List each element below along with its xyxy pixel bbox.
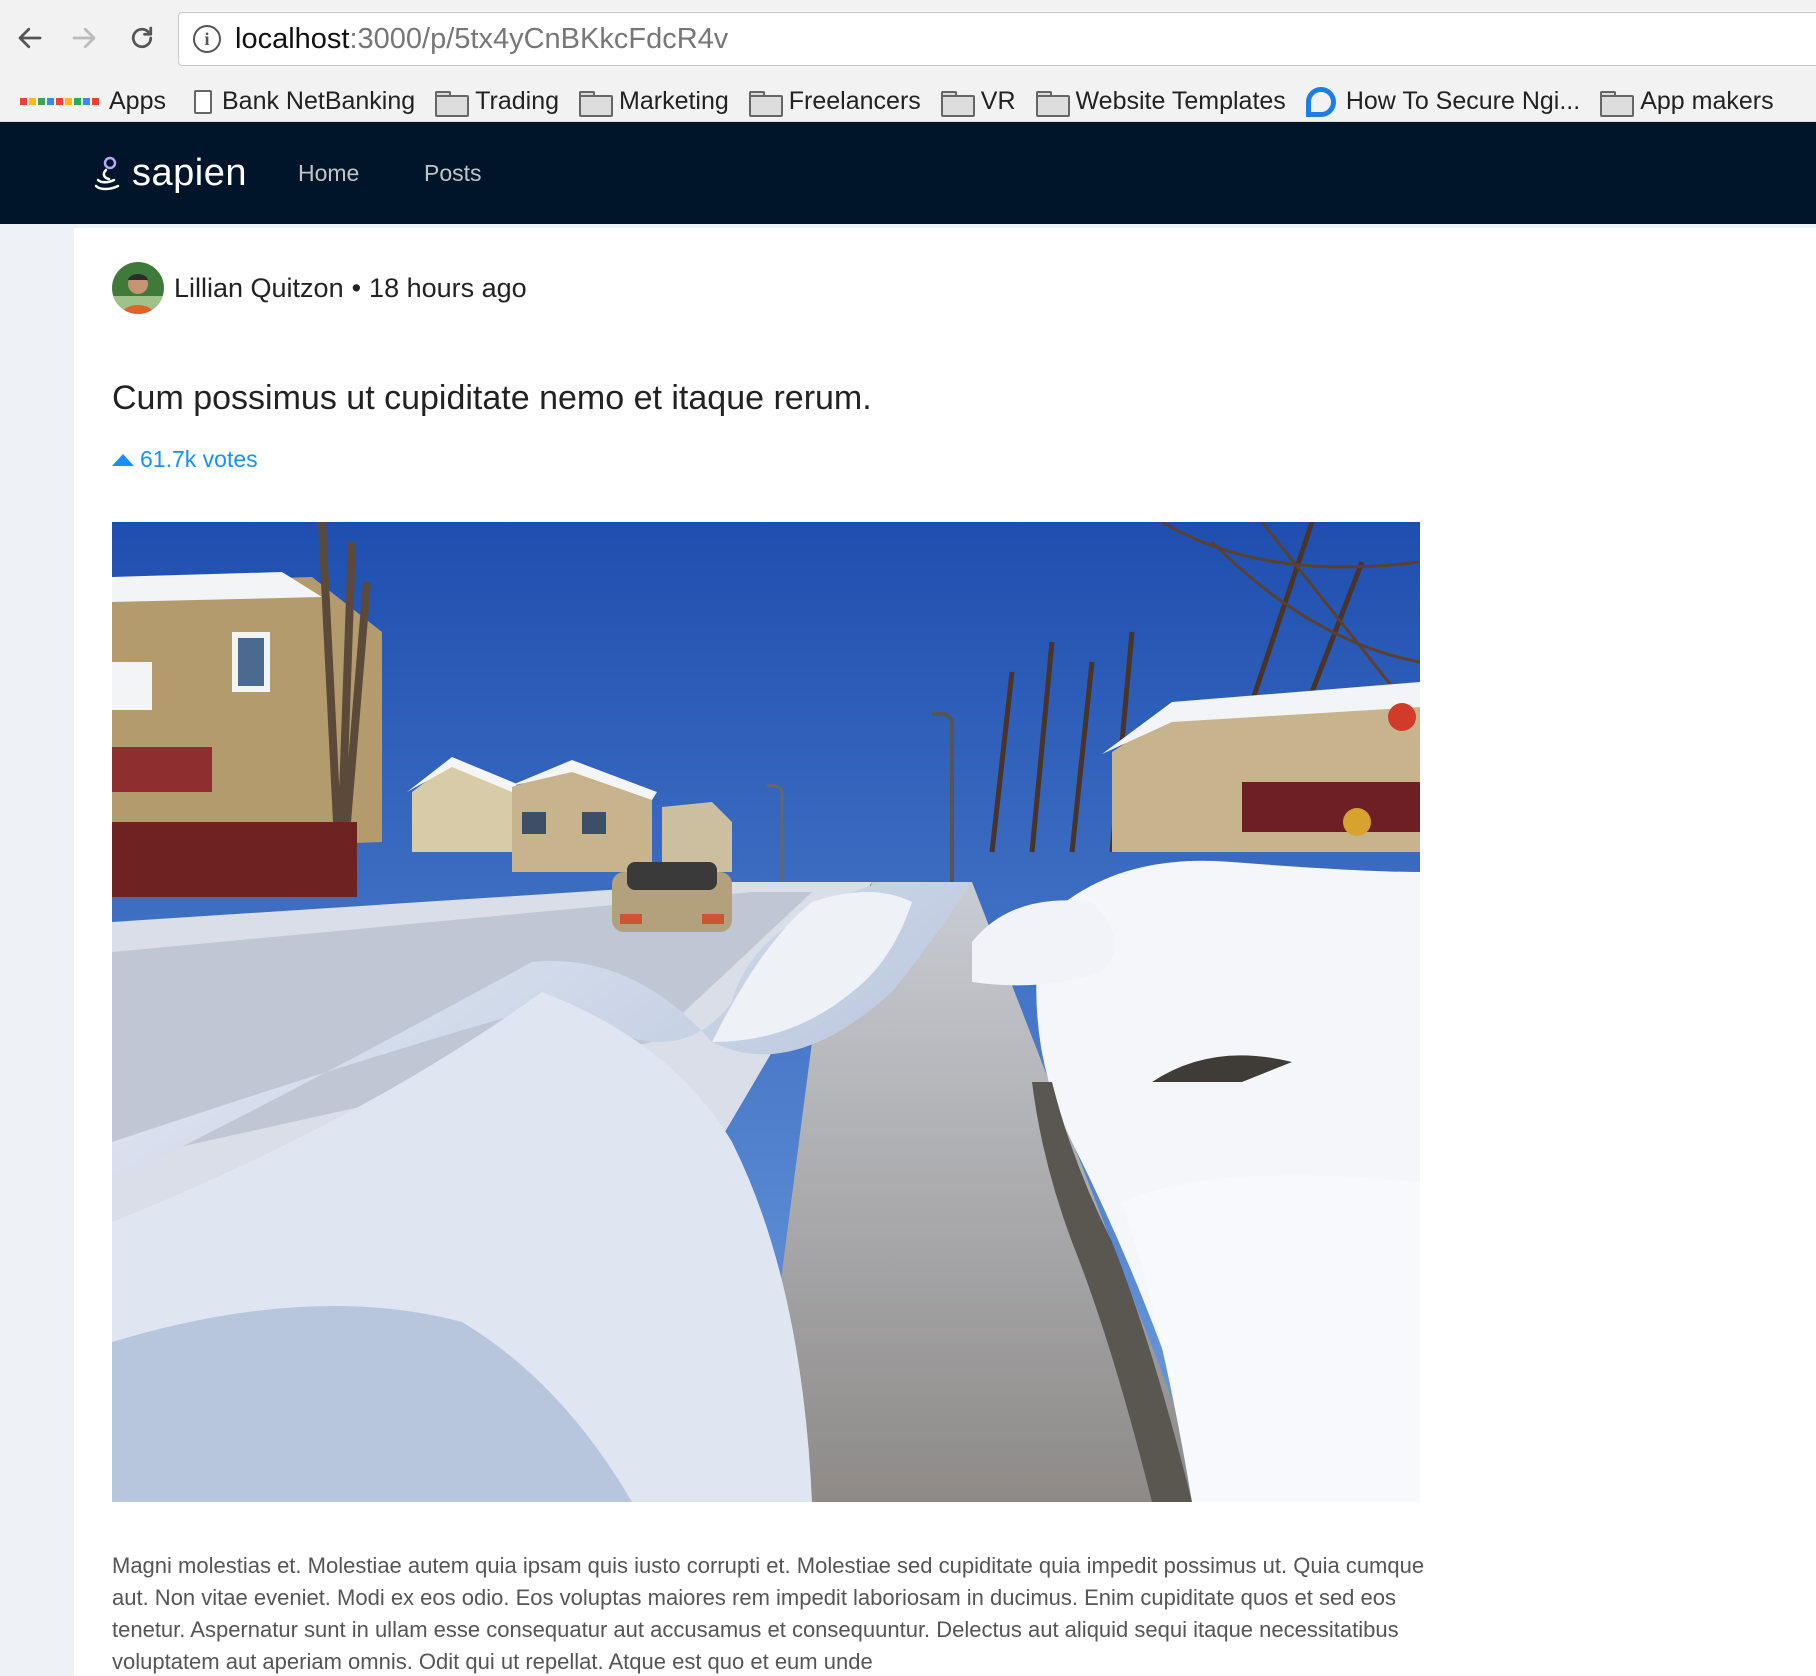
bookmark-apps[interactable]: Apps (20, 87, 166, 116)
apps-grid-icon (20, 98, 99, 105)
vote-button[interactable]: 61.7k votes (112, 446, 258, 473)
separator-dot: • (351, 272, 362, 303)
bookmark-bank-netbanking[interactable]: Bank NetBanking (193, 87, 416, 116)
author-name[interactable]: Lillian Quitzon (174, 273, 344, 304)
back-arrow-icon (18, 27, 42, 49)
digitalocean-icon (1305, 86, 1336, 117)
info-icon[interactable]: i (193, 25, 221, 53)
post-title: Cum possimus ut cupiditate nemo et itaqu… (112, 379, 872, 417)
post-image (112, 522, 1420, 1502)
sapien-logo-icon (94, 156, 120, 190)
bookmark-trading[interactable]: Trading (435, 87, 560, 117)
bookmark-marketing[interactable]: Marketing (579, 87, 729, 117)
bookmark-label: App makers (1640, 87, 1774, 115)
url-path: :3000/p/5tx4yCnBKkcFdcR4v (349, 22, 729, 55)
folder-icon (435, 90, 470, 117)
author-row: Lillian Quitzon • 18 hours ago (112, 262, 527, 314)
bookmark-secure-nginx[interactable]: How To Secure Ngi... (1305, 86, 1581, 117)
bookmark-app-makers[interactable]: App makers (1600, 87, 1774, 117)
folder-icon (940, 90, 975, 117)
folder-icon (1035, 90, 1070, 117)
caret-up-icon (112, 453, 134, 466)
bookmark-label: Website Templates (1075, 87, 1286, 115)
app-header: sapien Home Posts (0, 122, 1816, 224)
snowy-street-photo (112, 522, 1420, 1502)
forward-button[interactable] (62, 16, 106, 60)
forward-arrow-icon (72, 27, 96, 49)
bookmark-label: Apps (109, 87, 166, 115)
reload-button[interactable] (120, 16, 164, 60)
logo-text: sapien (132, 152, 247, 194)
vote-count: 61.7k votes (140, 446, 258, 472)
bookmark-freelancers[interactable]: Freelancers (748, 87, 921, 117)
folder-icon (748, 90, 783, 117)
bookmark-label: Marketing (619, 87, 729, 115)
bookmark-label: VR (980, 87, 1016, 115)
bookmark-label: Trading (475, 87, 560, 115)
bookmark-vr[interactable]: VR (940, 87, 1016, 117)
avatar-image (112, 262, 164, 314)
folder-icon (579, 90, 614, 117)
avatar[interactable] (112, 262, 164, 314)
bookmark-label: Bank NetBanking (221, 87, 416, 115)
bookmark-label: How To Secure Ngi... (1345, 87, 1581, 115)
page-icon (193, 89, 212, 114)
bookmarks-bar: Apps Bank NetBanking Trading Marketing F… (0, 82, 1816, 122)
post-body: Magni molestias et. Molestiae autem quia… (112, 1553, 1425, 1674)
post-card: Lillian Quitzon • 18 hours ago Cum possi… (74, 228, 1816, 1676)
bookmark-website-templates[interactable]: Website Templates (1035, 87, 1286, 117)
reload-icon (131, 26, 153, 49)
folder-icon (1600, 90, 1635, 117)
sapien-logo[interactable]: sapien (92, 152, 247, 195)
back-button[interactable] (8, 16, 52, 60)
post-time: 18 hours ago (369, 272, 527, 303)
browser-toolbar: i localhost:3000/p/5tx4yCnBKkcFdcR4v (0, 0, 1816, 82)
nav-home[interactable]: Home (298, 160, 359, 187)
url-host: localhost (235, 22, 350, 55)
bookmark-label: Freelancers (788, 87, 921, 115)
nav-posts[interactable]: Posts (424, 160, 482, 187)
address-bar[interactable]: i localhost:3000/p/5tx4yCnBKkcFdcR4v (178, 12, 1816, 66)
